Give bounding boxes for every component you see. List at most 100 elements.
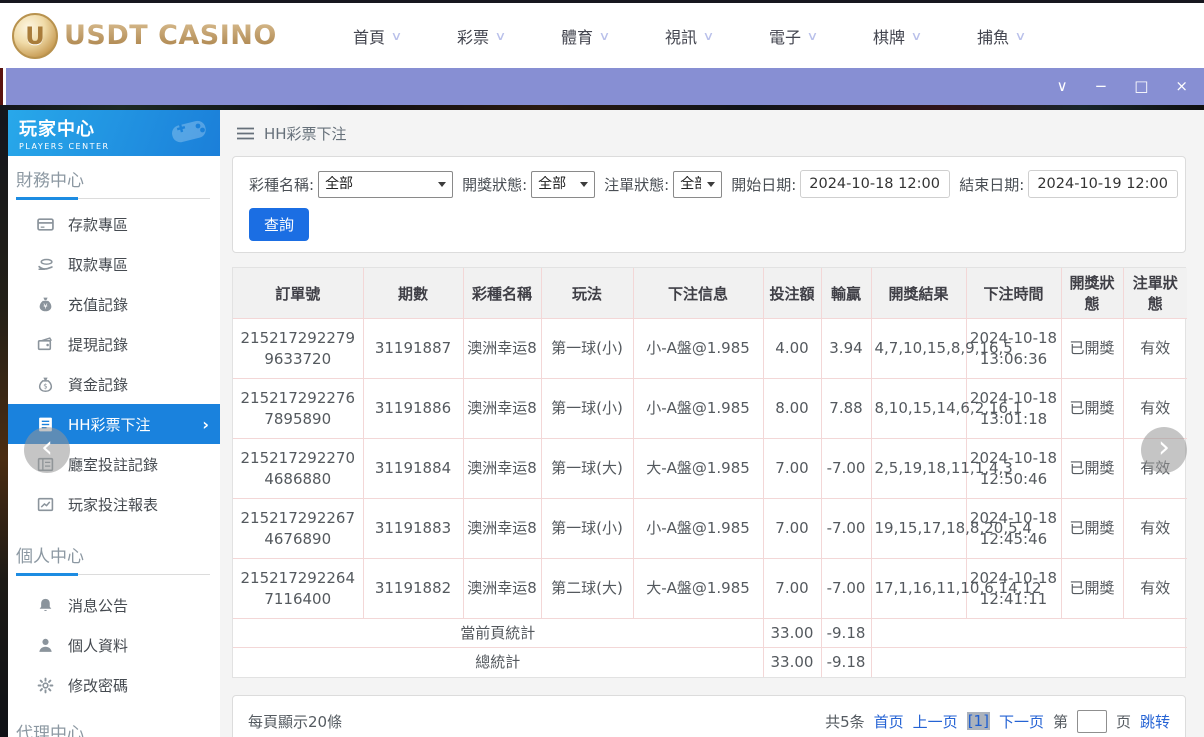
gamepad-icon bbox=[172, 120, 206, 143]
sidebar-item-change-password[interactable]: 修改密碼 bbox=[8, 665, 220, 705]
withdraw-hand-icon bbox=[38, 258, 53, 270]
carousel-left-button[interactable]: ‹ bbox=[24, 427, 70, 473]
start-date-label: 開始日期: bbox=[731, 175, 797, 194]
finance-items: 存款專區 取款專區 ¥ 充值記錄 提現記錄 $ 資金記錄 HH彩票下注 › 廳室… bbox=[8, 204, 220, 524]
window-collapse-button[interactable]: ∨ bbox=[1057, 79, 1068, 94]
total-summary-label: 總統計 bbox=[233, 647, 764, 677]
players-center-header: 玩家中心 PLAYERS CENTER bbox=[8, 110, 220, 156]
start-date-input[interactable] bbox=[800, 170, 951, 198]
sidebar-item-withdraw[interactable]: 取款專區 bbox=[8, 244, 220, 284]
logo-coin-icon: U bbox=[12, 12, 58, 59]
end-date-label: 結束日期: bbox=[959, 175, 1025, 194]
draw-status-select[interactable]: 全部 bbox=[531, 170, 596, 198]
total-summary-row: 總統計 33.00 -9.18 bbox=[233, 647, 1187, 677]
window-close-button[interactable]: × bbox=[1175, 79, 1188, 94]
sidebar-item-deposit[interactable]: 存款專區 bbox=[8, 204, 220, 244]
sidebar-item-announcements[interactable]: 消息公告 bbox=[8, 585, 220, 625]
sidebar-item-recharge-record[interactable]: ¥ 充值記錄 bbox=[8, 284, 220, 324]
jump-suffix-text: 页 bbox=[1115, 712, 1131, 731]
main-content: HH彩票下注 彩種名稱: 全部 開獎狀態: 全部 注單狀態: 全部 開始日期: … bbox=[220, 110, 1204, 737]
svg-text:$: $ bbox=[43, 382, 47, 390]
order-status-select-wrap: 全部 bbox=[673, 170, 723, 198]
order-status-select[interactable]: 全部 bbox=[673, 170, 723, 198]
carousel-right-button[interactable]: › bbox=[1141, 427, 1187, 473]
chevron-left-icon: ‹ bbox=[41, 430, 53, 465]
chevron-right-icon: › bbox=[1158, 430, 1170, 465]
col-lottery-name: 彩種名稱 bbox=[462, 268, 542, 319]
personal-items: 消息公告 個人資料 修改密碼 bbox=[8, 585, 220, 705]
page-summary-empty bbox=[870, 618, 1187, 648]
chevron-down-icon: ∨ bbox=[390, 28, 403, 43]
funds-record-icon: $ bbox=[38, 377, 53, 392]
total-summary-empty bbox=[870, 647, 1187, 677]
breadcrumb: HH彩票下注 bbox=[220, 110, 1204, 156]
table-row: 2152172922767895890 31191886 澳洲幸运8 第一球(小… bbox=[233, 378, 1187, 439]
site-logo[interactable]: U USDT CASINO bbox=[12, 12, 277, 59]
col-bet-amount: 投注額 bbox=[762, 268, 822, 319]
col-draw-status: 開獎狀態 bbox=[1060, 268, 1124, 319]
sidebar-item-funds-record[interactable]: $ 資金記錄 bbox=[8, 364, 220, 404]
end-date-input[interactable] bbox=[1028, 170, 1179, 198]
bets-table: 訂單號 期數 彩種名稱 玩法 下注信息 投注額 輸贏 開獎結果 下注時間 開獎狀… bbox=[232, 267, 1187, 678]
col-win-loss: 輸贏 bbox=[820, 268, 872, 319]
col-order-no: 訂單號 bbox=[233, 268, 364, 319]
window-titlebar: ∨ − □ × bbox=[6, 68, 1204, 105]
col-bet-info: 下注信息 bbox=[632, 268, 764, 319]
total-summary-bet-total: 33.00 bbox=[762, 647, 822, 677]
page-size-text: 每頁顯示20條 bbox=[248, 712, 343, 731]
jump-prefix-text: 第 bbox=[1052, 712, 1068, 731]
nav-item-fishing[interactable]: 捕魚 ∨ bbox=[949, 24, 1053, 48]
prev-page-link[interactable]: 上一页 bbox=[913, 711, 958, 732]
order-status-label: 注單狀態: bbox=[604, 175, 670, 194]
chevron-down-icon: ∨ bbox=[494, 28, 507, 43]
chevron-down-icon: ∨ bbox=[806, 28, 819, 43]
jump-action-link[interactable]: 跳转 bbox=[1140, 711, 1170, 732]
sidebar: 玩家中心 PLAYERS CENTER 財務中心 存款專區 取款專區 ¥ 充值記… bbox=[8, 110, 220, 737]
svg-text:¥: ¥ bbox=[43, 302, 48, 310]
filter-panel: 彩種名稱: 全部 開獎狀態: 全部 注單狀態: 全部 開始日期: 2024-10… bbox=[232, 156, 1186, 253]
section-title-personal: 個人中心 bbox=[16, 542, 210, 576]
bell-icon bbox=[39, 598, 52, 611]
first-page-link[interactable]: 首页 bbox=[874, 711, 904, 732]
window-minimize-button[interactable]: − bbox=[1095, 79, 1108, 94]
chevron-down-icon: ∨ bbox=[702, 28, 715, 43]
nav-item-cards[interactable]: 棋牌 ∨ bbox=[845, 24, 949, 48]
page: U USDT CASINO 首頁 ∨ 彩票 ∨ 體育 ∨ 視訊 ∨ 電子 ∨ 棋牌 ∨ 捕魚… bbox=[0, 0, 1204, 737]
sidebar-item-profile[interactable]: 個人資料 bbox=[8, 625, 220, 665]
sidebar-item-bet-report[interactable]: 玩家投注報表 bbox=[8, 484, 220, 524]
page-jump-input[interactable] bbox=[1076, 709, 1107, 733]
table-row: 2152172922704686880 31191884 澳洲幸运8 第一球(大… bbox=[233, 438, 1187, 499]
section-title-finance: 財務中心 bbox=[16, 166, 210, 200]
sidebar-item-withdrawal-record[interactable]: 提現記錄 bbox=[8, 324, 220, 364]
window-maximize-button[interactable]: □ bbox=[1134, 79, 1148, 94]
nav-item-lottery[interactable]: 彩票 ∨ bbox=[429, 24, 533, 48]
table-header-row: 訂單號 期數 彩種名稱 玩法 下注信息 投注額 輸贏 開獎結果 下注時間 開獎狀… bbox=[233, 268, 1187, 319]
gear-icon bbox=[37, 677, 54, 693]
pagination-bar: 每頁顯示20條 共5条 首页 上一页 [1] 下一页 第 页 跳转 bbox=[232, 694, 1186, 737]
withdrawal-record-icon bbox=[37, 336, 52, 350]
next-page-link[interactable]: 下一页 bbox=[999, 711, 1044, 732]
table-row: 2152172922674676890 31191883 澳洲幸运8 第一球(小… bbox=[233, 498, 1187, 559]
nav-item-video[interactable]: 視訊 ∨ bbox=[637, 24, 741, 48]
current-page-indicator[interactable]: [1] bbox=[966, 712, 990, 730]
chevron-right-icon: › bbox=[202, 414, 209, 434]
logo-text: USDT CASINO bbox=[64, 20, 277, 51]
nav-item-sports[interactable]: 體育 ∨ bbox=[533, 24, 637, 48]
search-button[interactable]: 查詢 bbox=[249, 208, 310, 241]
table-row: 2152172922799633720 31191887 澳洲幸运8 第一球(小… bbox=[233, 318, 1187, 379]
bet-report-icon bbox=[37, 497, 54, 511]
total-count-text: 共5条 bbox=[825, 712, 865, 731]
page-summary-label: 當前頁統計 bbox=[233, 618, 764, 648]
hamburger-menu-icon[interactable] bbox=[237, 127, 254, 140]
chevron-down-icon: ∨ bbox=[598, 28, 611, 43]
col-draw-result: 開獎結果 bbox=[870, 268, 967, 319]
col-play-type: 玩法 bbox=[540, 268, 634, 319]
deposit-card-icon bbox=[37, 217, 54, 231]
nav-item-slots[interactable]: 電子 ∨ bbox=[741, 24, 845, 48]
total-summary-win-loss: -9.18 bbox=[820, 647, 872, 677]
lottery-name-select[interactable]: 全部 bbox=[318, 170, 454, 198]
recharge-record-icon: ¥ bbox=[39, 297, 52, 311]
page-summary-bet-total: 33.00 bbox=[762, 618, 822, 648]
pager: 共5条 首页 上一页 [1] 下一页 第 页 跳转 bbox=[825, 709, 1170, 733]
nav-item-home[interactable]: 首頁 ∨ bbox=[325, 24, 429, 48]
